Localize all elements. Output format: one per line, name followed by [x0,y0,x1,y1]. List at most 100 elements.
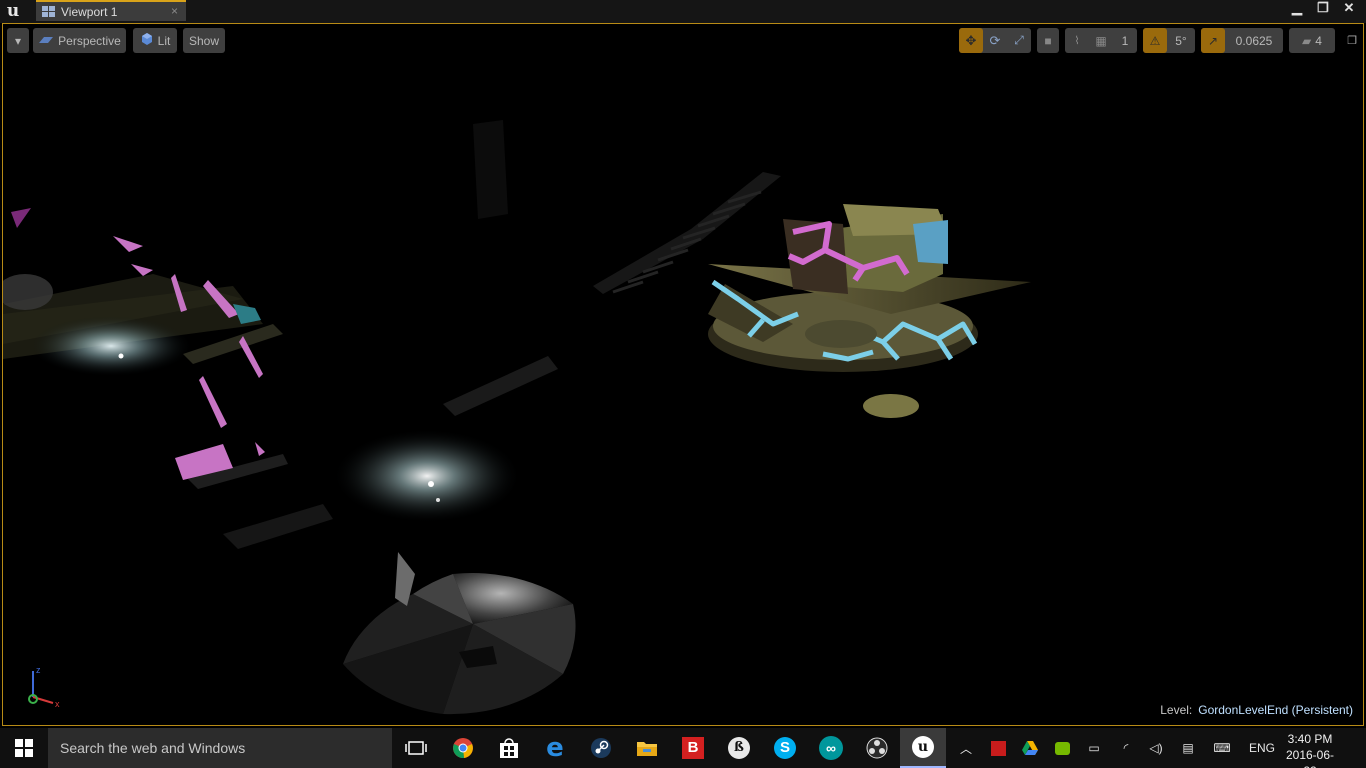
rotation-snap-value-label: 5° [1175,33,1187,48]
grid-snap-value[interactable]: 1 [1113,28,1137,53]
level-prefix: Level: [1160,703,1193,717]
wifi-icon: ◜ [1123,741,1129,755]
edge-taskbar-button[interactable]: e [532,728,578,768]
camera-speed-group: ▰ 4 [1289,28,1335,53]
language-label: ENG [1248,741,1275,755]
chevron-up-icon: ︿ [959,741,972,756]
camera-icon: ▰ [1302,33,1312,48]
show-hidden-icons-button[interactable]: ︿ [954,728,978,768]
store-icon [500,738,518,758]
start-button[interactable] [0,728,48,768]
viewport-tab[interactable]: Viewport 1 × [36,0,186,21]
rotation-snap-toggle[interactable]: ⚠ [1143,28,1167,53]
message-icon: ▤ [1182,741,1194,755]
battery-icon: ▭ [1088,741,1100,755]
language-indicator[interactable]: ENG [1242,728,1282,768]
title-bar: u Viewport 1 × ▁ ❐ ✕ [0,0,1366,23]
scale-snap-group: ↗ 0.0625 [1201,28,1283,53]
close-button[interactable]: ✕ [1336,0,1362,17]
camera-speed-button[interactable]: ▰ 4 [1289,28,1335,53]
steam-taskbar-button[interactable] [578,728,624,768]
obs-taskbar-button[interactable] [854,728,900,768]
level-label: Level: GordonLevelEnd (Persistent) [1160,703,1353,717]
nvidia-icon [1054,741,1070,755]
move-icon: ✥ [965,32,977,48]
windows-taskbar: Search the web and Windows e B ß S ∞ u ︿… [0,728,1366,768]
surface-snap-button[interactable]: ⌇ [1065,28,1089,53]
tray-app-red[interactable] [986,728,1010,768]
unreal-taskbar-button[interactable]: u [900,728,946,768]
keyboard-icon: ⌨ [1213,741,1231,755]
store-taskbar-button[interactable] [486,728,532,768]
rotate-tool-button[interactable]: ⟳ [983,28,1007,53]
taskbar-clock[interactable]: 3:40 PM 2016-06-22 [1282,731,1338,768]
tray-keyboard[interactable]: ⌨ [1208,728,1236,768]
grid-snap-toggle[interactable]: ▦ [1089,28,1113,53]
scale-snap-value[interactable]: 0.0625 [1225,28,1283,53]
chevron-down-icon: ▾ [14,33,22,48]
lit-button[interactable]: Lit [133,28,177,53]
unreal-logo-icon[interactable]: u [2,1,24,22]
volume-icon: ◁) [1149,741,1163,755]
tray-battery[interactable]: ▭ [1082,728,1106,768]
rotation-snap-group: ⚠ 5° [1143,28,1195,53]
level-scene[interactable] [3,24,1364,726]
transform-tools-group: ✥ ⟳ ⤢ [959,28,1031,53]
tab-close-icon[interactable]: × [171,4,178,18]
rotation-snap-value[interactable]: 5° [1167,28,1195,53]
font-app-icon: ß [728,737,750,759]
viewport-tab-label: Viewport 1 [61,4,118,19]
maximize-viewport-button[interactable]: ❐ [1343,28,1361,53]
grid-icon: ▦ [1095,33,1107,48]
steam-icon [591,738,611,758]
tray-nvidia[interactable] [1050,728,1074,768]
perspective-icon [38,34,54,48]
level-name: GordonLevelEnd (Persistent) [1198,703,1353,717]
scale-tool-button[interactable]: ⤢ [1007,28,1031,53]
arduino-taskbar-button[interactable]: ∞ [808,728,854,768]
viewport[interactable]: ▾ Perspective Lit Show ✥ ⟳ ⤢ ■ ⌇ ▦ 1 ⚠ 5… [2,23,1364,726]
maximize-button[interactable]: ❐ [1310,0,1336,17]
camera-speed-value-label: 4 [1315,33,1322,48]
obs-icon [866,737,888,759]
minimize-button[interactable]: ▁ [1284,0,1310,17]
unreal-engine-icon: u [912,736,934,758]
chrome-taskbar-button[interactable] [440,728,486,768]
folder-icon [637,742,657,756]
perspective-label: Perspective [58,33,121,48]
axis-gizmo: z x [28,665,60,709]
world-local-toggle-button[interactable]: ■ [1037,28,1059,53]
show-label: Show [188,33,220,48]
inkscape-taskbar-button[interactable]: ß [716,728,762,768]
windows-logo-icon [15,739,33,757]
restore-viewport-icon: ❐ [1347,35,1357,47]
skype-taskbar-button[interactable]: S [762,728,808,768]
show-desktop-button[interactable] [1344,728,1366,768]
cube-icon: ■ [1044,33,1052,48]
tray-action-center[interactable]: ▤ [1176,728,1200,768]
file-explorer-taskbar-button[interactable] [624,728,670,768]
translate-tool-button[interactable]: ✥ [959,28,983,53]
google-drive-icon [1022,741,1038,755]
show-button[interactable]: Show [183,28,225,53]
tray-volume[interactable]: ◁) [1144,728,1168,768]
task-view-button[interactable] [393,728,439,768]
tray-google-drive[interactable] [1018,728,1042,768]
scale-snap-toggle[interactable]: ↗ [1201,28,1225,53]
tray-network[interactable]: ◜ [1114,728,1138,768]
search-placeholder: Search the web and Windows [60,740,246,756]
viewport-grid-icon [42,6,55,17]
scale-snap-value-label: 0.0625 [1235,33,1273,48]
perspective-button[interactable]: Perspective [33,28,126,53]
chrome-icon [453,738,473,759]
window-controls: ▁ ❐ ✕ [1284,0,1362,17]
viewport-options-menu-button[interactable]: ▾ [7,28,29,53]
bitdefender-tray-icon [990,740,1006,756]
taskbar-search-box[interactable]: Search the web and Windows [48,728,392,768]
arduino-icon: ∞ [819,736,843,760]
bitdefender-icon: B [682,737,704,759]
lit-label: Lit [157,33,171,48]
lit-sphere-icon [140,32,154,49]
bitdefender-taskbar-button[interactable]: B [670,728,716,768]
rotate-icon: ⟳ [989,32,1001,48]
